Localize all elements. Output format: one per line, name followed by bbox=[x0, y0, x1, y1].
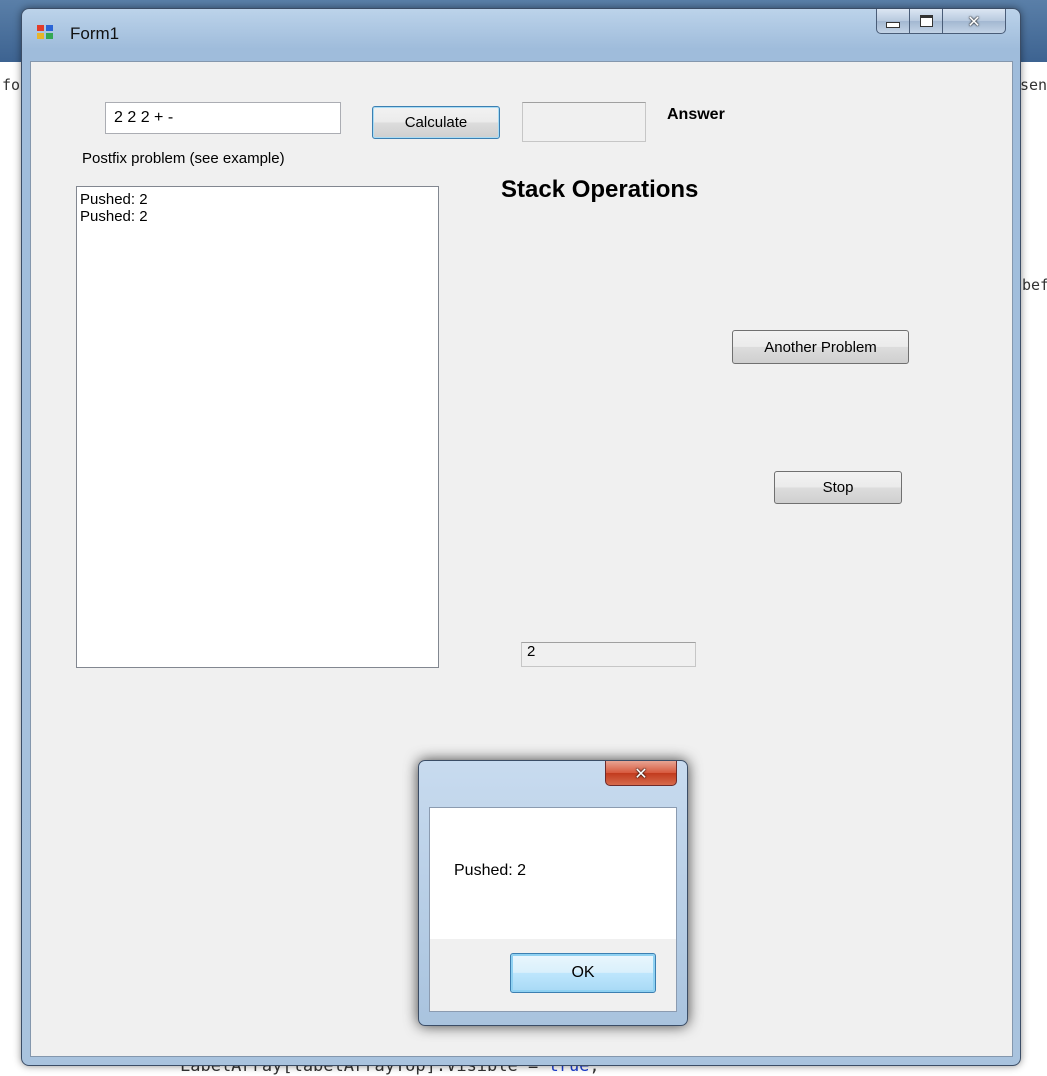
title-bar[interactable]: Form1 ✕ bbox=[22, 9, 1020, 61]
background-code-right-top: send bbox=[1020, 76, 1047, 94]
dialog-close-button[interactable]: ✕ bbox=[605, 761, 677, 786]
close-icon: ✕ bbox=[967, 11, 981, 31]
dialog-footer: OK bbox=[429, 939, 677, 1012]
postfix-input[interactable] bbox=[105, 102, 341, 134]
stack-top-box: 2 bbox=[521, 642, 696, 667]
list-item[interactable]: Pushed: 2 bbox=[80, 208, 435, 225]
stack-operations-heading: Stack Operations bbox=[501, 176, 699, 203]
postfix-problem-label: Postfix problem (see example) bbox=[82, 150, 285, 167]
list-item[interactable]: Pushed: 2 bbox=[80, 191, 435, 208]
background-code-left: fo bbox=[2, 76, 21, 94]
stop-button[interactable]: Stop bbox=[774, 471, 902, 504]
ok-button[interactable]: OK bbox=[510, 953, 656, 993]
stack-log-listbox[interactable]: Pushed: 2 Pushed: 2 bbox=[76, 186, 439, 668]
calculate-button[interactable]: Calculate bbox=[372, 106, 500, 139]
minimize-icon bbox=[886, 22, 900, 28]
answer-label: Answer bbox=[667, 106, 725, 123]
dialog-body: Pushed: 2 bbox=[429, 807, 677, 940]
message-dialog: ✕ Pushed: 2 OK bbox=[418, 760, 688, 1026]
close-icon: ✕ bbox=[634, 763, 648, 783]
another-problem-button[interactable]: Another Problem bbox=[732, 330, 909, 364]
close-button[interactable]: ✕ bbox=[943, 9, 1006, 34]
answer-box bbox=[522, 102, 646, 142]
maximize-icon bbox=[919, 15, 933, 27]
background-code-right-mid: bef bbox=[1022, 276, 1047, 294]
minimize-button[interactable] bbox=[876, 9, 910, 34]
maximize-button[interactable] bbox=[910, 9, 943, 34]
form-app-icon bbox=[37, 25, 55, 41]
window-title: Form1 bbox=[70, 24, 120, 43]
dialog-message: Pushed: 2 bbox=[454, 862, 527, 879]
